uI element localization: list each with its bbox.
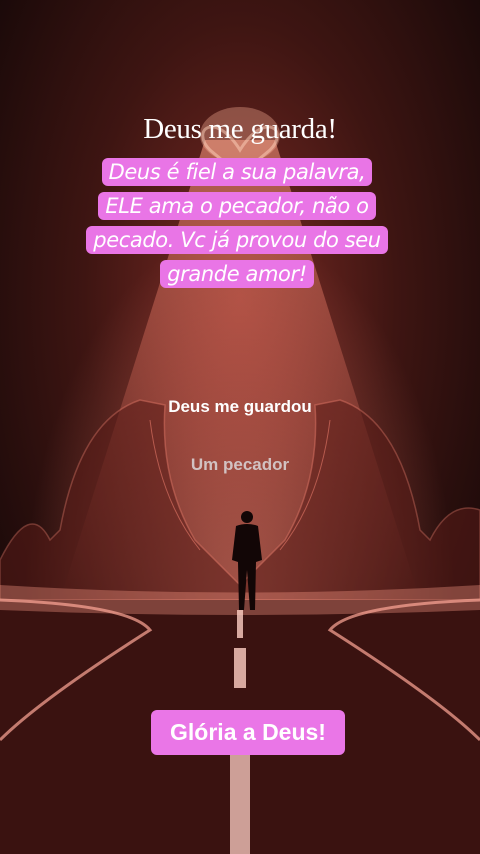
message-text: Deus é fiel a sua palavra, ELE ama o pec… xyxy=(86,158,388,288)
subtitle-guardou: Deus me guardou xyxy=(168,397,312,416)
story-screen: Deus me guarda! Deus é fiel a sua palavr… xyxy=(0,0,480,854)
gloria-badge: Glória a Deus! xyxy=(151,710,345,755)
subtitle-pecador: Um pecador xyxy=(190,455,290,474)
message-caption: Deus é fiel a sua palavra, ELE ama o pec… xyxy=(86,155,388,291)
page-title: Deus me guarda! xyxy=(143,113,337,145)
